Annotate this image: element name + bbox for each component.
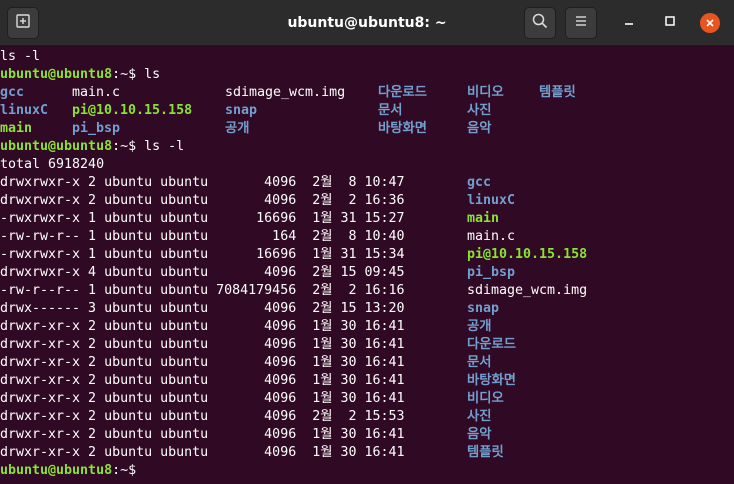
prompt-user: ubuntu@ubuntu8 [0, 463, 113, 478]
file-meta: -rw-r--r-- 1 ubuntu ubuntu 7084179456 2월… [0, 283, 413, 298]
prompt-line: ubuntu@ubuntu8:~$ ls -l [0, 138, 734, 156]
new-tab-icon [16, 13, 30, 33]
listing-row: -rw-rw-r-- 1 ubuntu ubuntu 164 2월 8 10:4… [0, 228, 734, 246]
ls-entry: linuxC [0, 103, 49, 118]
maximize-icon [664, 14, 676, 32]
title-bar: ubuntu@ubuntu8: ~ [0, 0, 734, 46]
total-line: total 6918240 [0, 157, 105, 172]
search-button[interactable] [524, 7, 556, 39]
hamburger-menu-icon [574, 14, 588, 32]
minimize-button[interactable] [618, 12, 640, 34]
ls-output: gcc main.c sdimage_wcm.img 다운로드 비디오 템플릿 linuxC… [0, 84, 734, 138]
file-name: 공개 [467, 319, 492, 334]
ls-entry: 공개 [225, 121, 250, 136]
ls-entry: 바탕화면 [378, 121, 427, 136]
file-name: pi@10.10.15.158 [467, 247, 588, 262]
ls-entry: 비디오 [467, 85, 504, 100]
file-meta: drwxr-xr-x 2 ubuntu ubuntu 4096 1월 30 16… [0, 391, 413, 406]
prompt-path: :~$ [112, 139, 145, 154]
ls-entry: 템플릿 [539, 85, 576, 100]
new-tab-button[interactable] [7, 7, 39, 39]
file-meta: drwxr-xr-x 2 ubuntu ubuntu 4096 1월 30 16… [0, 427, 413, 442]
listing-row: drwxrwxr-x 2 ubuntu ubuntu 4096 2월 2 16:… [0, 192, 734, 210]
file-name: 문서 [467, 355, 492, 370]
listing-row: drwxr-xr-x 2 ubuntu ubuntu 4096 1월 30 16… [0, 354, 734, 372]
file-name: 다운로드 [467, 337, 516, 352]
ls-entry: snap [225, 103, 258, 118]
file-meta: -rw-rw-r-- 1 ubuntu ubuntu 164 2월 8 10:4… [0, 229, 413, 244]
listing-row: drwx------ 3 ubuntu ubuntu 4096 2월 15 13… [0, 300, 734, 318]
prompt-user: ubuntu@ubuntu8 [0, 67, 113, 82]
ls-entry: 사진 [467, 103, 492, 118]
listing-row: drwxr-xr-x 2 ubuntu ubuntu 4096 1월 30 16… [0, 426, 734, 444]
file-name: gcc [467, 175, 492, 190]
search-icon [532, 13, 548, 34]
file-name: pi_bsp [467, 265, 516, 280]
ls-entry: 문서 [378, 103, 403, 118]
output-line: ls -l [0, 49, 41, 64]
file-meta: drwxr-xr-x 2 ubuntu ubuntu 4096 1월 30 16… [0, 445, 413, 460]
ls-row: gcc main.c sdimage_wcm.img 다운로드 비디오 템플릿 [0, 84, 734, 102]
file-name: main.c [467, 229, 516, 244]
ls-long-output: drwxrwxr-x 2 ubuntu ubuntu 4096 2월 8 10:… [0, 174, 734, 462]
command-text: ls [144, 67, 161, 82]
file-name: sdimage_wcm.img [467, 283, 588, 298]
listing-row: drwxrwxr-x 2 ubuntu ubuntu 4096 2월 8 10:… [0, 174, 734, 192]
file-meta: drwxr-xr-x 2 ubuntu ubuntu 4096 1월 30 16… [0, 319, 413, 334]
ls-entry: 다운로드 [378, 85, 427, 100]
listing-row: drwxr-xr-x 2 ubuntu ubuntu 4096 1월 30 16… [0, 444, 734, 462]
listing-row: -rw-r--r-- 1 ubuntu ubuntu 7084179456 2월… [0, 282, 734, 300]
listing-row: drwxr-xr-x 2 ubuntu ubuntu 4096 1월 30 16… [0, 372, 734, 390]
ls-row: linuxC pi@10.10.15.158 snap 문서 사진 [0, 102, 734, 120]
close-icon [700, 13, 720, 33]
file-meta: drwxrwxr-x 4 ubuntu ubuntu 4096 2월 15 09… [0, 265, 413, 280]
minimize-icon [623, 14, 635, 32]
prompt-user: ubuntu@ubuntu8 [0, 139, 113, 154]
file-meta: -rwxrwxr-x 1 ubuntu ubuntu 16696 1월 31 1… [0, 247, 413, 262]
terminal-window: ubuntu@ubuntu8: ~ ls -l ubuntu@ubuntu8:~… [0, 0, 734, 484]
prompt-line: ubuntu@ubuntu8:~$ ls [0, 66, 734, 84]
file-meta: drwxr-xr-x 2 ubuntu ubuntu 4096 1월 30 16… [0, 373, 413, 388]
file-name: 바탕화면 [467, 373, 516, 388]
file-name: 비디오 [467, 391, 504, 406]
prompt-path: :~$ [112, 463, 145, 478]
file-name: 음악 [467, 427, 492, 442]
command-text: ls -l [144, 139, 185, 154]
ls-entry: sdimage_wcm.img [225, 85, 346, 100]
ls-row: main pi_bsp 공개 바탕화면 음악 [0, 120, 734, 138]
listing-row: drwxr-xr-x 2 ubuntu ubuntu 4096 1월 30 16… [0, 336, 734, 354]
file-meta: drwxrwxr-x 2 ubuntu ubuntu 4096 2월 2 16:… [0, 193, 413, 208]
file-name: linuxC [467, 193, 516, 208]
listing-row: drwxr-xr-x 2 ubuntu ubuntu 4096 1월 30 16… [0, 390, 734, 408]
file-meta: drwxr-xr-x 2 ubuntu ubuntu 4096 2월 2 15:… [0, 409, 413, 424]
file-name: snap [467, 301, 500, 316]
close-button[interactable] [699, 12, 721, 34]
ls-entry: pi@10.10.15.158 [72, 103, 193, 118]
file-name: 사진 [467, 409, 492, 424]
file-meta: -rwxrwxr-x 1 ubuntu ubuntu 16696 1월 31 1… [0, 211, 413, 226]
file-meta: drwx------ 3 ubuntu ubuntu 4096 2월 15 13… [0, 301, 413, 316]
ls-entry: main [0, 121, 33, 136]
listing-row: drwxr-xr-x 2 ubuntu ubuntu 4096 1월 30 16… [0, 318, 734, 336]
ls-entry: main.c [72, 85, 121, 100]
listing-row: drwxrwxr-x 4 ubuntu ubuntu 4096 2월 15 09… [0, 264, 734, 282]
terminal-output[interactable]: ls -l ubuntu@ubuntu8:~$ ls gcc main.c sdim… [0, 48, 734, 484]
file-meta: drwxrwxr-x 2 ubuntu ubuntu 4096 2월 8 10:… [0, 175, 413, 190]
menu-button[interactable] [565, 7, 597, 39]
ls-entry: pi_bsp [72, 121, 121, 136]
listing-row: -rwxrwxr-x 1 ubuntu ubuntu 16696 1월 31 1… [0, 246, 734, 264]
prompt-path: :~$ [112, 67, 145, 82]
file-name: 템플릿 [467, 445, 504, 460]
file-name: main [467, 211, 500, 226]
file-meta: drwxr-xr-x 2 ubuntu ubuntu 4096 1월 30 16… [0, 337, 413, 352]
maximize-button[interactable] [659, 12, 681, 34]
prompt-line: ubuntu@ubuntu8:~$ [0, 462, 734, 480]
ls-entry: 음악 [467, 121, 492, 136]
listing-row: drwxr-xr-x 2 ubuntu ubuntu 4096 2월 2 15:… [0, 408, 734, 426]
file-meta: drwxr-xr-x 2 ubuntu ubuntu 4096 1월 30 16… [0, 355, 413, 370]
listing-row: -rwxrwxr-x 1 ubuntu ubuntu 16696 1월 31 1… [0, 210, 734, 228]
ls-entry: gcc [0, 85, 25, 100]
